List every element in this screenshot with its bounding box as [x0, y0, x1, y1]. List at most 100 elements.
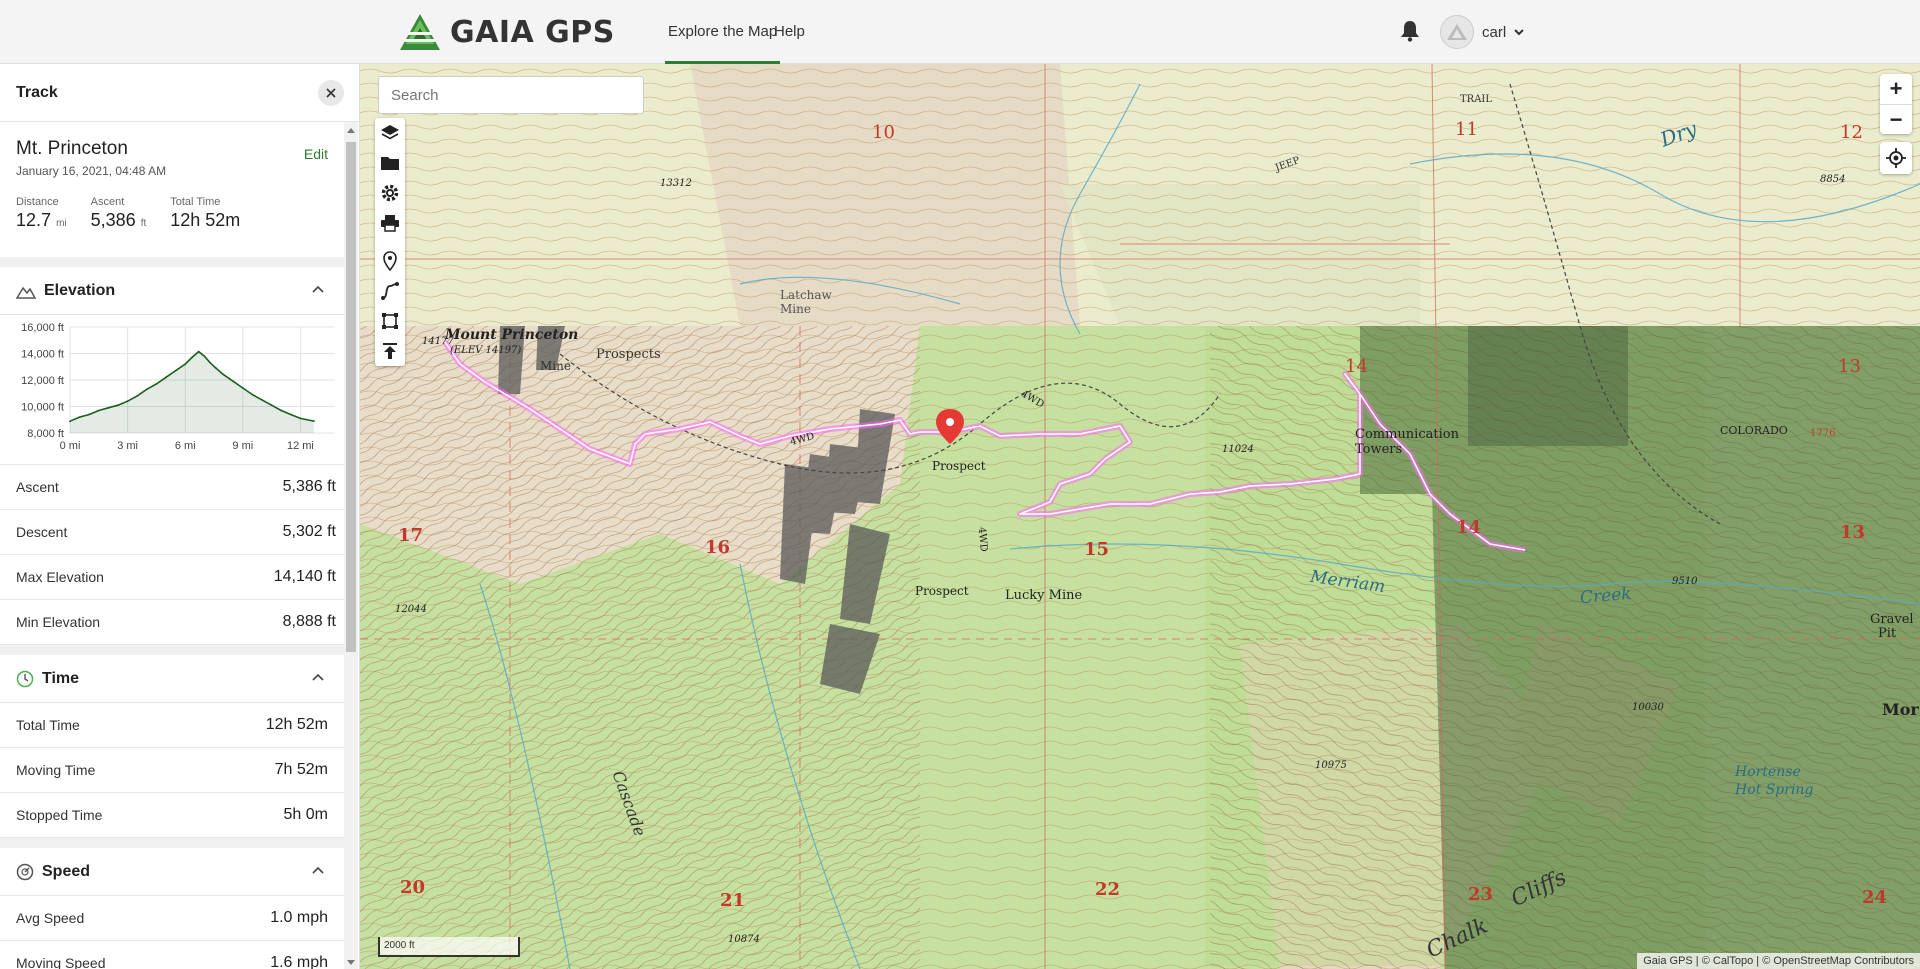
elevation-point — [270, 404, 273, 407]
elevation-point — [165, 376, 167, 379]
elevation-point — [312, 420, 315, 422]
elevation-point — [145, 388, 148, 391]
elevation-point — [117, 404, 119, 407]
draw-area-button[interactable] — [375, 306, 405, 336]
scrollbar-thumb[interactable] — [346, 142, 356, 652]
username: carl — [1482, 23, 1507, 41]
map-label: Prospect — [932, 459, 986, 473]
scroll-down-arrow-icon[interactable] — [347, 960, 355, 965]
zoom-in-button[interactable]: + — [1880, 74, 1912, 104]
track-name: Mt. Princeton — [16, 138, 128, 159]
chevron-up-icon[interactable] — [312, 285, 324, 293]
elevation-point — [251, 393, 254, 396]
row-value: 1.6 mph — [270, 954, 328, 969]
zoom-out-button[interactable]: − — [1880, 104, 1912, 134]
elevation-point — [289, 413, 292, 416]
row-value: 1.0 mph — [270, 909, 328, 926]
map-label: 10975 — [1315, 760, 1347, 771]
stat-unit: mi — [56, 218, 67, 229]
close-icon — [326, 88, 336, 98]
saved-items-button[interactable] — [375, 148, 405, 178]
sidebar-scrollbar[interactable] — [344, 122, 358, 969]
route-icon — [381, 282, 399, 300]
elevation-point — [241, 387, 244, 389]
map-label: 13312 — [660, 178, 692, 189]
clock-icon — [16, 670, 34, 687]
sidebar-header: Track — [0, 64, 359, 122]
upload-button[interactable] — [375, 336, 405, 366]
row-value: 7h 52m — [274, 761, 328, 778]
add-waypoint-button[interactable] — [375, 246, 405, 276]
time-section-header[interactable]: Time — [0, 655, 344, 703]
crosshair-locate-icon — [1886, 148, 1906, 168]
layers-button[interactable] — [375, 118, 405, 148]
chevron-up-icon[interactable] — [312, 866, 324, 874]
elevation-point — [97, 409, 100, 412]
track-info: Mt. Princeton Edit January 16, 2021, 04:… — [0, 122, 344, 257]
chevron-up-icon[interactable] — [312, 673, 324, 681]
printer-icon — [381, 215, 399, 232]
section-number: 13 — [1840, 522, 1866, 543]
map-label: 1776 — [1810, 428, 1836, 439]
scroll-up-arrow-icon[interactable] — [347, 128, 355, 133]
time-row: Stopped Time 5h 0m — [0, 793, 344, 838]
topo-map[interactable]: Mount Princeton (ELEV 14197) Mine Prospe… — [360, 64, 1920, 969]
print-button[interactable] — [375, 208, 405, 238]
x-tick-label: 9 mi — [232, 440, 253, 452]
map-label: 4WD — [975, 526, 989, 553]
elevation-row: Min Elevation 8,888 ft — [0, 600, 344, 645]
elevation-row: Descent 5,302 ft — [0, 510, 344, 555]
elevation-point — [78, 416, 81, 418]
map-label: Mount Princeton — [445, 327, 579, 343]
x-tick-label: 12 mi — [287, 440, 314, 452]
search-input[interactable] — [378, 76, 644, 114]
map-label: Hortense — [1735, 764, 1801, 780]
stat-number: 12.7 — [16, 210, 52, 230]
row-label: Moving Speed — [16, 955, 106, 969]
draw-route-button[interactable] — [375, 276, 405, 306]
row-value: 14,140 ft — [273, 568, 336, 585]
edit-track-link[interactable]: Edit — [304, 146, 328, 162]
map-label: Gravel — [1870, 612, 1914, 627]
area-icon — [382, 313, 398, 329]
section-title: Time — [42, 669, 80, 687]
time-row: Moving Time 7h 52m — [0, 748, 344, 793]
nav-explore-the-map[interactable]: Explore the Map — [665, 0, 781, 64]
notifications-bell-icon[interactable] — [1400, 20, 1422, 44]
elevation-point — [88, 413, 91, 416]
speed-row: Moving Speed 1.6 mph — [0, 941, 344, 969]
elevation-section-header[interactable]: Elevation — [0, 267, 344, 315]
row-label: Ascent — [16, 479, 59, 495]
section-number: 20 — [400, 877, 426, 898]
y-tick-label: 12,000 ft — [21, 375, 64, 387]
locate-me-button[interactable] — [1880, 142, 1912, 174]
elevation-point — [174, 369, 177, 372]
section-number: 10 — [872, 122, 895, 143]
close-button[interactable] — [318, 80, 344, 106]
stat-value: 12h 52m — [170, 210, 240, 231]
section-number: 23 — [1468, 884, 1494, 905]
map-label: 10874 — [728, 934, 760, 945]
elevation-point — [107, 406, 110, 409]
map-canvas[interactable] — [360, 64, 1920, 969]
settings-button[interactable] — [375, 178, 405, 208]
stat-label: Ascent — [90, 196, 125, 208]
track-date: January 16, 2021, 04:48 AM — [16, 164, 167, 178]
nav-help[interactable]: Help — [771, 0, 808, 64]
map-toolbar — [375, 118, 405, 366]
toolbar-divider — [375, 238, 405, 246]
map-attribution[interactable]: Gaia GPS | © CalTopo | © OpenStreetMap C… — [1637, 953, 1920, 969]
user-menu[interactable]: carl — [1440, 14, 1524, 50]
map-label: Mine — [540, 359, 571, 373]
map-label: 11024 — [1222, 444, 1254, 455]
section-number: 14 — [1456, 517, 1482, 538]
elevation-area — [70, 351, 314, 433]
speedometer-icon — [16, 863, 34, 880]
section-number: 14 — [1345, 356, 1368, 377]
elevation-point — [222, 373, 225, 376]
section-divider — [0, 838, 344, 848]
elevation-point — [280, 409, 283, 412]
elevation-row: Ascent 5,386 ft — [0, 465, 344, 510]
speed-section-header[interactable]: Speed — [0, 848, 344, 896]
gaia-logo[interactable]: GAIA GPS — [398, 12, 615, 52]
